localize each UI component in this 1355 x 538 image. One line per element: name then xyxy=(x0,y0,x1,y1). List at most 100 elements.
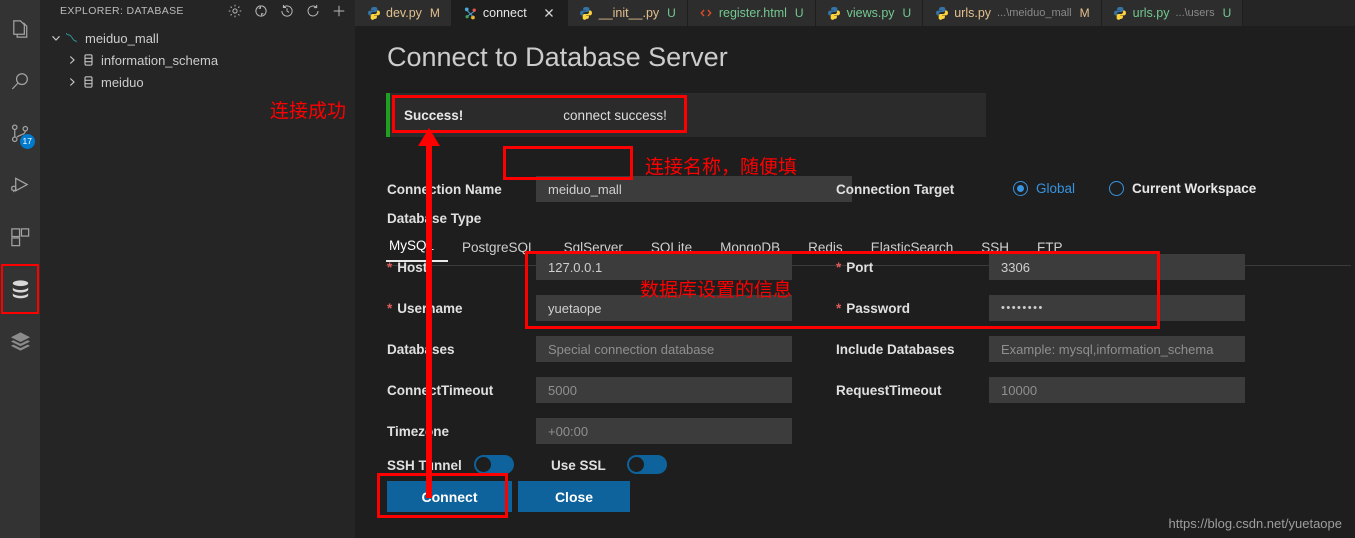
layers-icon xyxy=(9,330,32,353)
tab-label: __init__.py xyxy=(598,6,660,20)
python-icon xyxy=(827,6,842,21)
source-control-badge: 17 xyxy=(19,134,35,149)
connection-target-radios: Global Current Workspace xyxy=(1013,181,1290,196)
activity-item-extensions[interactable] xyxy=(0,211,40,263)
activity-item-search[interactable] xyxy=(0,55,40,107)
host-input[interactable]: 127.0.0.1 xyxy=(536,254,792,280)
tab-init-py[interactable]: __init__.py U xyxy=(567,0,688,26)
chevron-down-icon[interactable] xyxy=(48,30,64,46)
plus-icon[interactable] xyxy=(331,3,347,19)
request-timeout-label: RequestTimeout xyxy=(836,383,942,398)
ssh-tunnel-toggle[interactable] xyxy=(474,455,514,474)
databases-label: Databases xyxy=(387,342,455,357)
tab-label: urls.py xyxy=(954,6,992,20)
tree-item-information-schema[interactable]: information_schema xyxy=(40,49,355,71)
alert-title: Success! xyxy=(404,107,464,123)
tab-dev-py[interactable]: dev.py M xyxy=(355,0,452,26)
db-tab-elasticsearch[interactable]: ElasticSearch xyxy=(857,240,968,262)
host-label: * Host xyxy=(387,260,428,275)
include-databases-label: Include Databases xyxy=(836,342,955,357)
username-input[interactable]: yuetaope xyxy=(536,295,792,321)
include-databases-input[interactable]: Example: mysql,information_schema xyxy=(989,336,1245,362)
sync-icon[interactable] xyxy=(253,3,269,19)
watermark: https://blog.csdn.net/yuetaope xyxy=(1168,516,1342,531)
db-tab-postgresql[interactable]: PostgreSQL xyxy=(448,240,550,262)
database-type-label: Database Type xyxy=(387,211,482,226)
tab-path: ...\users xyxy=(1175,7,1215,19)
gear-icon[interactable] xyxy=(227,3,243,19)
python-icon xyxy=(1113,6,1128,21)
tab-label: connect xyxy=(482,6,527,20)
html-icon xyxy=(699,6,714,21)
radio-label: Global xyxy=(1036,181,1076,196)
activity-item-run-debug[interactable] xyxy=(0,159,40,211)
refresh-icon[interactable] xyxy=(305,3,321,19)
history-icon[interactable] xyxy=(279,3,295,19)
use-ssl-label: Use SSL xyxy=(551,458,606,473)
python-icon xyxy=(579,6,594,21)
connect-timeout-input[interactable]: 5000 xyxy=(536,377,792,403)
activity-item-source-control[interactable]: 17 xyxy=(0,107,40,159)
connection-name-label: Connection Name xyxy=(387,182,502,197)
tab-status-badge: M xyxy=(1079,6,1090,20)
sidebar-header: EXPLORER: DATABASE xyxy=(40,0,355,22)
connect-icon xyxy=(463,6,478,21)
db-tab-redis[interactable]: Redis xyxy=(794,240,857,262)
tree-item-meiduo-mall[interactable]: meiduo_mall xyxy=(40,27,355,49)
use-ssl-toggle[interactable] xyxy=(627,455,667,474)
connect-button[interactable]: Connect xyxy=(387,481,512,512)
success-banner: Success! connect success! xyxy=(386,93,986,137)
password-input[interactable]: •••••••• xyxy=(989,295,1245,321)
db-tab-mysql[interactable]: MySQL xyxy=(386,238,449,262)
radio-unselected-icon xyxy=(1109,181,1125,196)
chevron-right-icon[interactable] xyxy=(64,52,80,68)
connection-name-input[interactable]: meiduo_mall xyxy=(536,176,852,202)
tree-item-label: meiduo_mall xyxy=(85,30,159,46)
tab-urls-py-meiduo-mall[interactable]: urls.py ...\meiduo_mall M xyxy=(923,0,1102,26)
port-input[interactable]: 3306 xyxy=(989,254,1245,280)
activity-item-layers[interactable] xyxy=(0,315,40,367)
radio-label: Current Workspace xyxy=(1132,181,1257,196)
tab-label: register.html xyxy=(718,6,787,20)
tab-urls-py-users[interactable]: urls.py ...\users U xyxy=(1101,0,1244,26)
password-label: * Password xyxy=(836,301,911,316)
tree-item-meiduo[interactable]: meiduo xyxy=(40,71,355,93)
activity-item-explorer[interactable] xyxy=(0,3,40,55)
ssh-tunnel-label: SSH Tunnel xyxy=(387,458,462,473)
extensions-icon xyxy=(9,226,32,249)
radio-current-workspace[interactable]: Current Workspace xyxy=(1109,181,1256,196)
connect-form-editor: Connect to Database Server Success! conn… xyxy=(355,26,1355,538)
databases-input[interactable]: Special connection database xyxy=(536,336,792,362)
database-explorer-panel: EXPLORER: DATABASE meiduo_mall informati… xyxy=(40,0,355,538)
request-timeout-input[interactable]: 10000 xyxy=(989,377,1245,403)
files-icon xyxy=(9,18,32,41)
tab-status-badge: U xyxy=(902,6,912,20)
port-label: * Port xyxy=(836,260,874,275)
search-icon xyxy=(9,70,32,93)
alert-message: connect success! xyxy=(563,107,667,123)
tab-label: dev.py xyxy=(386,6,422,20)
tab-path: ...\meiduo_mall xyxy=(997,7,1072,19)
tab-label: views.py xyxy=(846,6,895,20)
editor-tab-bar: dev.py M connect __init__.py U register.… xyxy=(355,0,1355,26)
radio-global[interactable]: Global xyxy=(1013,181,1075,196)
tab-status-badge: U xyxy=(667,6,676,20)
tab-connect[interactable]: connect xyxy=(451,0,568,26)
close-icon[interactable] xyxy=(542,6,556,20)
close-button[interactable]: Close xyxy=(518,481,630,512)
mysql-dolphin-icon xyxy=(64,30,81,46)
tab-register-html[interactable]: register.html U xyxy=(687,0,816,26)
database-cylinder-icon xyxy=(80,52,97,68)
chevron-right-icon[interactable] xyxy=(64,74,80,90)
activity-item-database[interactable] xyxy=(0,263,40,315)
app-window: 17 EXPLORER: DATABASE meiduo_mall inform… xyxy=(0,0,1355,538)
database-icon xyxy=(9,278,32,301)
tab-views-py[interactable]: views.py U xyxy=(815,0,924,26)
python-icon xyxy=(934,6,949,21)
required-marker: * xyxy=(387,260,393,275)
required-marker: * xyxy=(387,301,393,316)
timezone-input[interactable]: +00:00 xyxy=(536,418,792,444)
page-title: Connect to Database Server xyxy=(387,42,728,72)
connection-target-label: Connection Target xyxy=(836,182,955,197)
tab-status-badge: U xyxy=(1222,6,1232,20)
